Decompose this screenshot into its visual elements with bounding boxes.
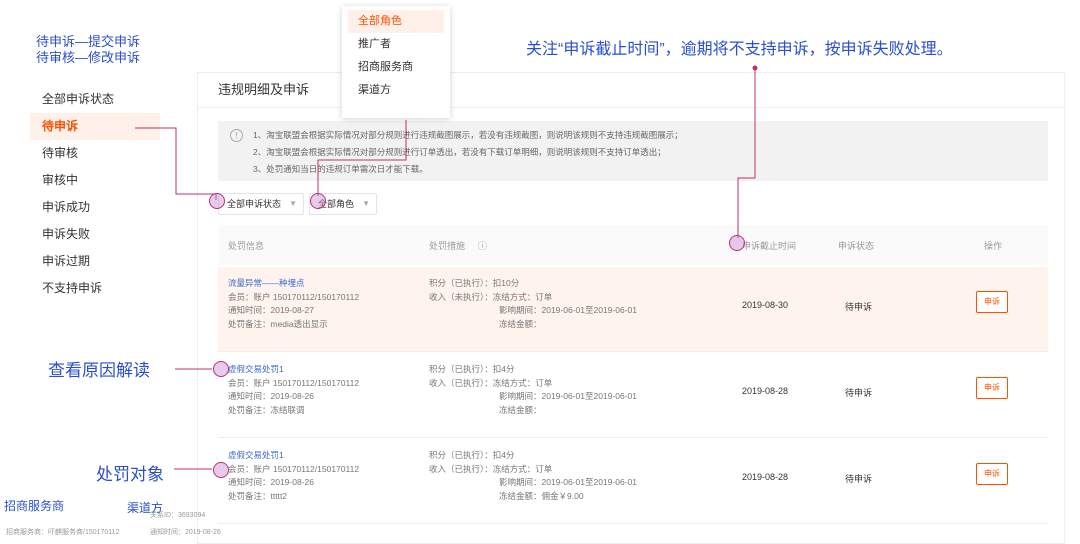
marker-deadline-header bbox=[729, 235, 745, 251]
line-status-to-filter bbox=[135, 127, 217, 200]
marker-target bbox=[213, 462, 229, 478]
line-endpoint bbox=[752, 65, 758, 71]
line-deadline bbox=[737, 68, 756, 238]
line-dropdown-to-role bbox=[317, 120, 407, 196]
annotation-lines bbox=[135, 65, 758, 470]
marker-role-filter bbox=[310, 193, 326, 209]
marker-reason-link bbox=[213, 361, 229, 377]
marker-status-filter bbox=[209, 193, 225, 209]
